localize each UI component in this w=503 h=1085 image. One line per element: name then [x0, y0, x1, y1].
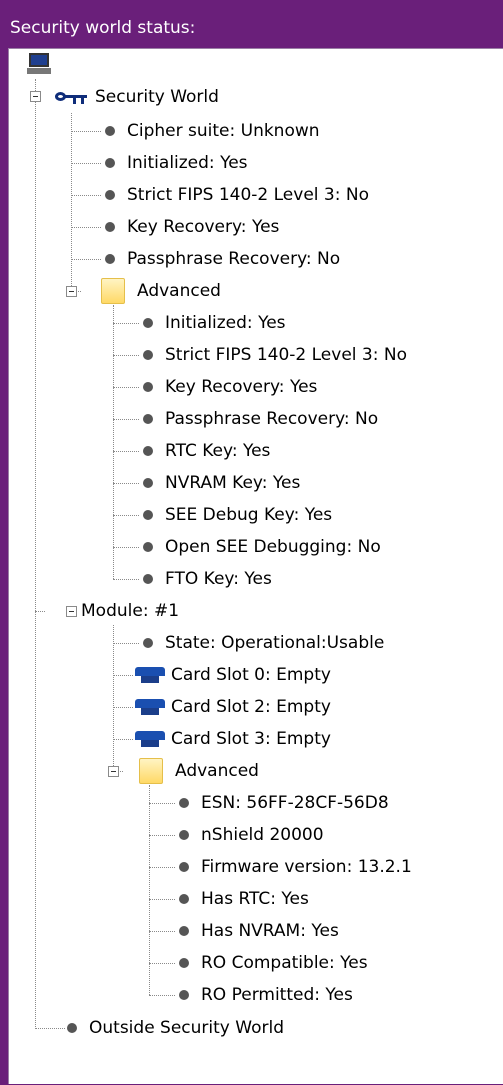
tree-node-module[interactable]: Module: #1: [81, 596, 179, 626]
bullet-icon: [143, 542, 153, 552]
card-reader-icon: [135, 731, 165, 747]
tree-item-card-slot[interactable]: Card Slot 2: Empty: [135, 692, 331, 722]
tree-node-security-world[interactable]: Security World: [55, 82, 219, 112]
bullet-icon: [179, 798, 189, 808]
bullet-icon: [143, 414, 153, 424]
tree-item-card-slot[interactable]: Card Slot 0: Empty: [135, 660, 331, 690]
tree-item[interactable]: Has NVRAM: Yes: [179, 916, 339, 946]
card-reader-icon: [135, 699, 165, 715]
tree-item[interactable]: Passphrase Recovery: No: [105, 244, 340, 274]
bullet-icon: [105, 126, 115, 136]
tree-item-card-slot[interactable]: Card Slot 3: Empty: [135, 724, 331, 754]
tree-item[interactable]: RO Permitted: Yes: [179, 980, 353, 1010]
bullet-icon: [179, 926, 189, 936]
bullet-icon: [143, 574, 153, 584]
bullet-icon: [179, 990, 189, 1000]
security-world-label: Security World: [95, 87, 219, 107]
tree-item[interactable]: Firmware version: 13.2.1: [179, 852, 412, 882]
bullet-icon: [143, 318, 153, 328]
bullet-icon: [143, 478, 153, 488]
tree-item-state[interactable]: State: Operational:Usable: [143, 628, 384, 658]
bullet-icon: [143, 382, 153, 392]
bullet-icon: [143, 350, 153, 360]
tree-item[interactable]: Strict FIPS 140-2 Level 3: No: [105, 180, 369, 210]
window-title: Security world status:: [10, 18, 196, 38]
tree-item[interactable]: Initialized: Yes: [143, 308, 286, 338]
bullet-icon: [143, 446, 153, 456]
computer-icon[interactable]: [27, 53, 51, 75]
tree-item[interactable]: FTO Key: Yes: [143, 564, 272, 594]
tree-item[interactable]: Passphrase Recovery: No: [143, 404, 378, 434]
tree-item[interactable]: Cipher suite: Unknown: [105, 116, 320, 146]
tree-item-outside-security-world[interactable]: Outside Security World: [67, 1013, 284, 1043]
security-world-collapse-toggle[interactable]: [30, 91, 41, 102]
bullet-icon: [105, 158, 115, 168]
bullet-icon: [179, 958, 189, 968]
tree-item[interactable]: Initialized: Yes: [105, 148, 248, 178]
bullet-icon: [143, 510, 153, 520]
bullet-icon: [179, 830, 189, 840]
tree-item[interactable]: Open SEE Debugging: No: [143, 532, 381, 562]
bullet-icon: [105, 254, 115, 264]
tree-node-module-advanced[interactable]: Advanced: [139, 756, 259, 786]
card-reader-icon: [135, 667, 165, 683]
module-advanced-collapse-toggle[interactable]: [108, 766, 119, 777]
tree-item[interactable]: Key Recovery: Yes: [105, 212, 279, 242]
security-world-status-window: Security world status: Security World Ci…: [0, 0, 503, 1084]
module-collapse-toggle[interactable]: [66, 606, 77, 617]
tree-item[interactable]: nShield 20000: [179, 820, 324, 850]
bullet-icon: [179, 862, 189, 872]
tree-item[interactable]: RO Compatible: Yes: [179, 948, 368, 978]
bullet-icon: [105, 222, 115, 232]
tree-item[interactable]: SEE Debug Key: Yes: [143, 500, 332, 530]
tree-item[interactable]: Strict FIPS 140-2 Level 3: No: [143, 340, 407, 370]
folder-icon: [101, 278, 125, 304]
tree-item[interactable]: RTC Key: Yes: [143, 436, 270, 466]
key-icon: [55, 90, 87, 104]
bullet-icon: [105, 190, 115, 200]
folder-icon: [139, 758, 163, 784]
bullet-icon: [179, 894, 189, 904]
tree-item[interactable]: Has RTC: Yes: [179, 884, 309, 914]
tree-item[interactable]: NVRAM Key: Yes: [143, 468, 300, 498]
bullet-icon: [67, 1023, 77, 1033]
sw-advanced-collapse-toggle[interactable]: [66, 286, 77, 297]
status-tree-panel: Security World Cipher suite: Unknown Ini…: [8, 48, 503, 1084]
tree-node-sw-advanced[interactable]: Advanced: [101, 276, 221, 306]
status-tree: Security World Cipher suite: Unknown Ini…: [9, 49, 503, 1085]
bullet-icon: [143, 638, 153, 648]
tree-item[interactable]: Key Recovery: Yes: [143, 372, 317, 402]
tree-item[interactable]: ESN: 56FF-28CF-56D8: [179, 788, 389, 818]
